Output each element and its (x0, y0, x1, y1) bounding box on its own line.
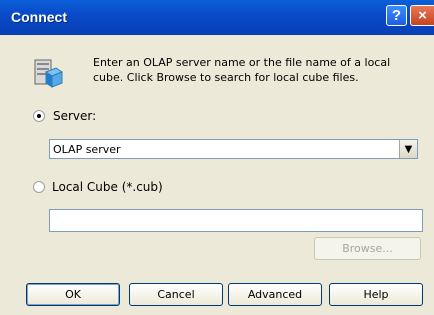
browse-button[interactable]: Browse... (314, 237, 421, 260)
local-cube-input[interactable] (49, 209, 423, 232)
server-value: OLAP server (53, 143, 121, 156)
database-icon (34, 59, 64, 88)
chevron-down-icon[interactable]: ▼ (399, 140, 417, 158)
help-button[interactable]: Help (329, 283, 423, 306)
advanced-button[interactable]: Advanced (228, 283, 322, 306)
window-title: Connect (11, 9, 67, 25)
cancel-button[interactable]: Cancel (129, 283, 223, 306)
server-radio[interactable] (33, 110, 45, 122)
intro-text: Enter an OLAP server name or the file na… (93, 56, 391, 84)
server-dropdown[interactable]: OLAP server ▼ (49, 139, 418, 159)
local-cube-label: Local Cube (*.cub) (52, 180, 163, 194)
title-bar: Connect ? × (0, 0, 434, 35)
connect-dialog: Connect ? × Enter an OLAP server name or… (0, 0, 434, 315)
close-icon[interactable]: × (410, 5, 434, 26)
server-label: Server: (53, 109, 97, 123)
local-cube-radio[interactable] (33, 181, 45, 193)
help-icon[interactable]: ? (386, 5, 407, 26)
ok-button[interactable]: OK (26, 283, 120, 306)
